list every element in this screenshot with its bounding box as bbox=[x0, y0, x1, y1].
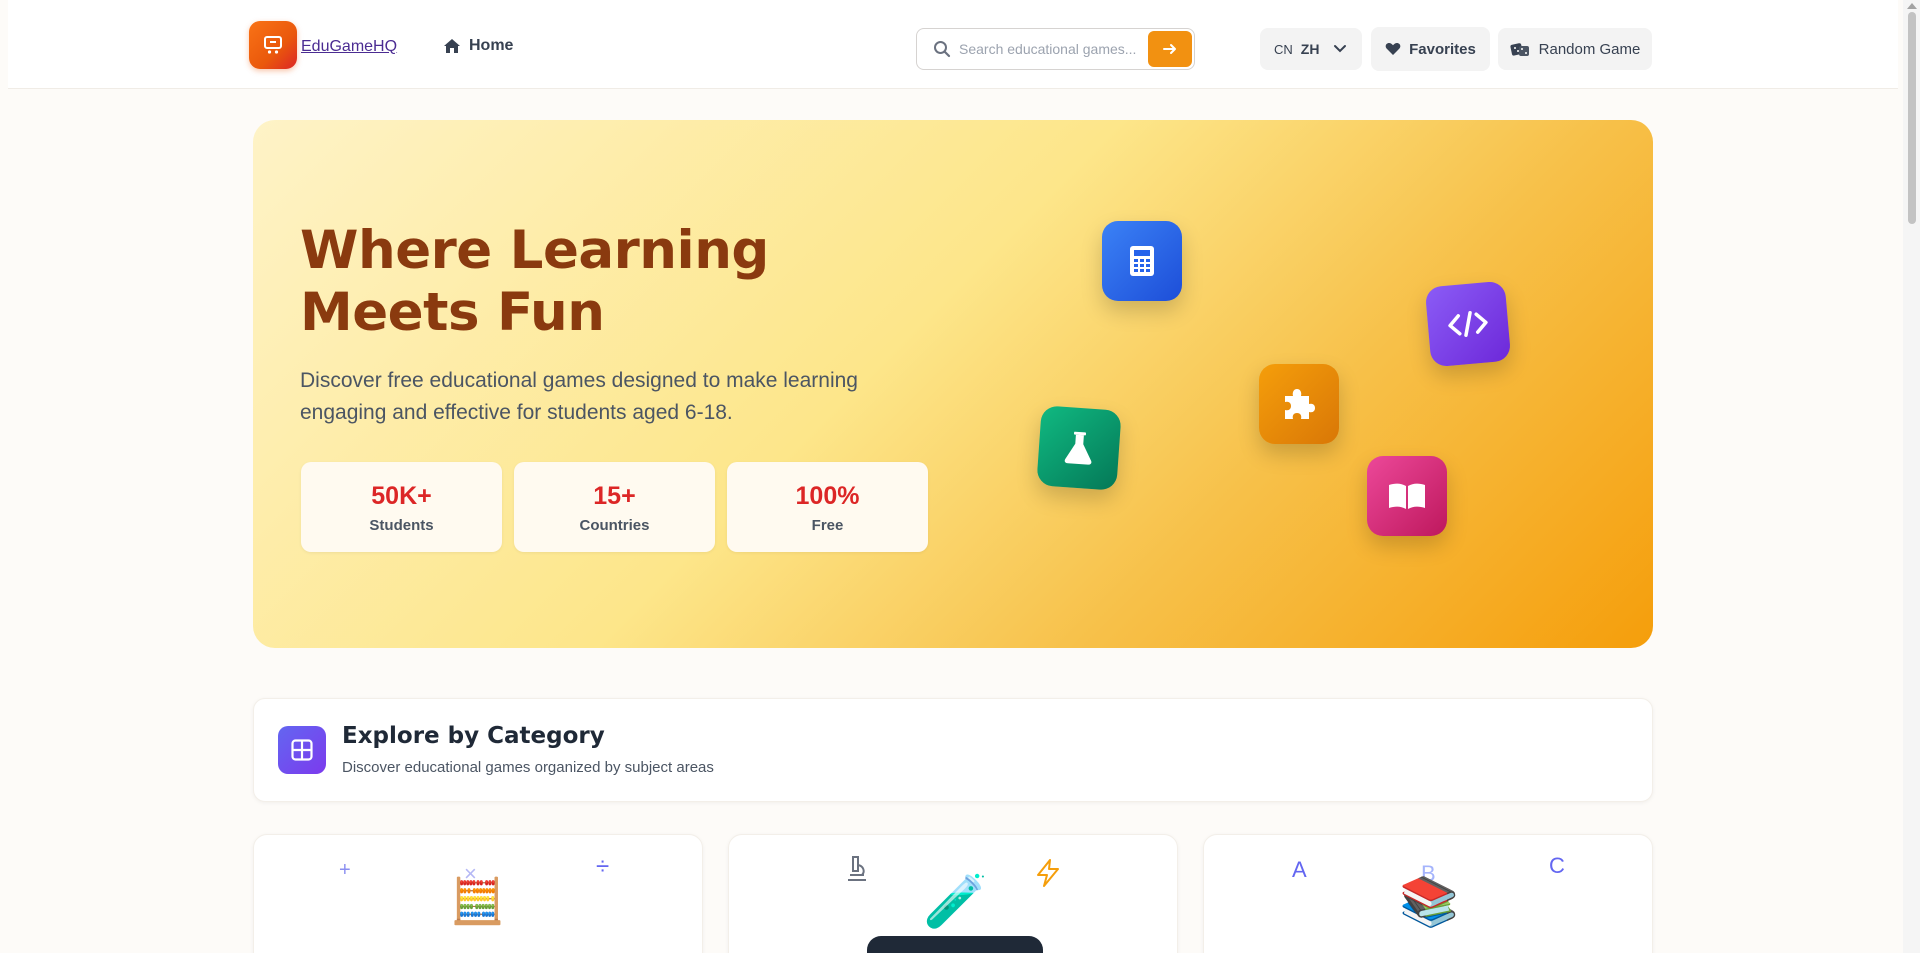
category-card-math[interactable]: + × ÷ 🧮 bbox=[253, 834, 703, 953]
books-icon: 📚 bbox=[1399, 876, 1459, 929]
language-selector[interactable]: CN ZH bbox=[1260, 28, 1362, 70]
search-box bbox=[916, 28, 1195, 70]
favorites-button[interactable]: Favorites bbox=[1371, 27, 1490, 71]
category-subtitle: Discover educational games organized by … bbox=[342, 759, 714, 776]
stat-label: Countries bbox=[579, 517, 650, 534]
favorites-label: Favorites bbox=[1409, 40, 1476, 58]
lab-bench-graphic bbox=[867, 936, 1043, 953]
chevron-down-icon bbox=[1334, 45, 1347, 53]
category-title: Explore by Category bbox=[342, 723, 605, 749]
heart-icon bbox=[1385, 42, 1401, 55]
language-code: ZH bbox=[1300, 41, 1320, 57]
puzzle-icon bbox=[1259, 364, 1339, 444]
scroll-up-arrow-icon[interactable] bbox=[1907, 3, 1917, 9]
stat-card-students: 50K+ Students bbox=[301, 462, 502, 552]
lightning-icon bbox=[1037, 859, 1059, 887]
book-icon bbox=[1367, 456, 1447, 536]
flask-icon bbox=[1036, 405, 1122, 491]
stat-card-free: 100% Free bbox=[727, 462, 928, 552]
search-icon bbox=[934, 41, 951, 58]
logo-icon[interactable] bbox=[249, 21, 297, 69]
category-section-header: Explore by Category Discover educational… bbox=[253, 698, 1653, 802]
stat-label: Free bbox=[811, 517, 844, 534]
stat-value: 15+ bbox=[593, 482, 636, 510]
hero-banner: Where Learning Meets Fun Discover free e… bbox=[253, 120, 1653, 648]
letter-c: C bbox=[1549, 853, 1565, 878]
stat-value: 50K+ bbox=[371, 482, 432, 510]
search-submit-button[interactable] bbox=[1148, 31, 1192, 67]
microscope-icon bbox=[848, 856, 866, 881]
code-icon bbox=[1424, 280, 1512, 368]
test-tube-icon: 🧪 bbox=[923, 873, 988, 931]
grid-icon bbox=[278, 726, 326, 774]
search-input[interactable] bbox=[959, 41, 1139, 57]
hero-subtitle: Discover free educational games designed… bbox=[300, 369, 858, 424]
scrollbar-thumb[interactable] bbox=[1908, 12, 1916, 224]
home-icon bbox=[444, 39, 460, 53]
divide-symbol: ÷ bbox=[596, 853, 610, 880]
category-card-language[interactable]: A B C 📚 bbox=[1203, 834, 1653, 953]
letter-a: A bbox=[1292, 857, 1307, 882]
category-card-science[interactable]: 🧪 bbox=[728, 834, 1178, 953]
hero-title: Where Learning Meets Fun bbox=[300, 220, 769, 343]
language-flag: CN bbox=[1274, 41, 1293, 57]
stat-label: Students bbox=[369, 517, 434, 534]
page-scrollbar[interactable] bbox=[1903, 0, 1920, 953]
stat-card-countries: 15+ Countries bbox=[514, 462, 715, 552]
dice-icon bbox=[1510, 43, 1529, 56]
calculator-icon bbox=[1102, 221, 1182, 301]
arrow-right-icon bbox=[1163, 44, 1176, 54]
brand-link[interactable]: EduGameHQ bbox=[301, 38, 397, 56]
random-game-label: Random Game bbox=[1538, 40, 1641, 58]
stat-value: 100% bbox=[795, 482, 860, 510]
plus-symbol: + bbox=[339, 859, 351, 881]
abacus-icon: 🧮 bbox=[450, 877, 505, 926]
nav-home-link[interactable]: Home bbox=[443, 37, 513, 55]
random-game-button[interactable]: Random Game bbox=[1498, 28, 1652, 70]
nav-home-label: Home bbox=[469, 37, 514, 54]
